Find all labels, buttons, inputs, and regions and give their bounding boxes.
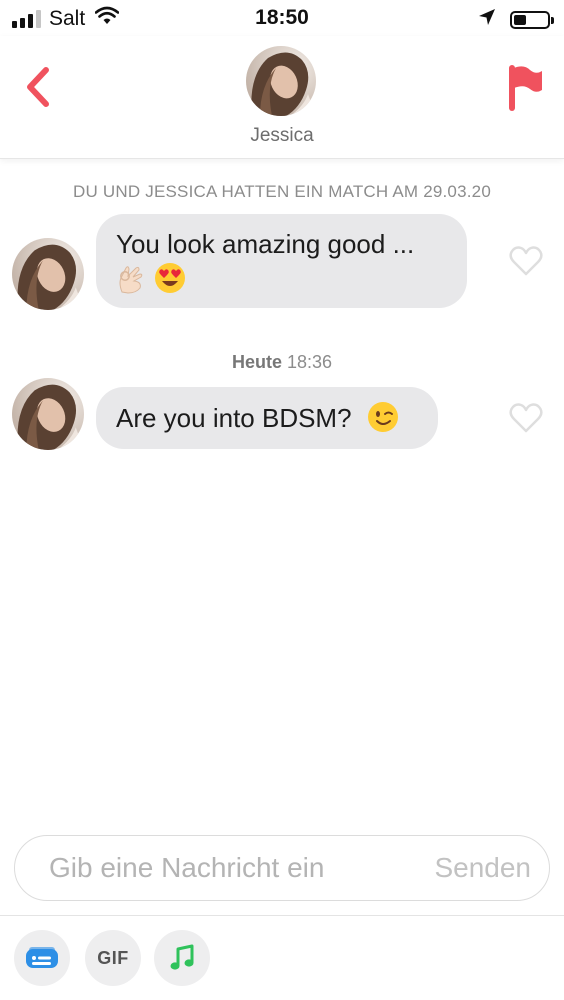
message-text: Are you into BDSM? (116, 403, 352, 433)
back-button[interactable] (20, 62, 60, 112)
sticker-card-icon (26, 947, 58, 968)
sender-avatar[interactable] (12, 378, 84, 450)
gif-button[interactable]: GIF (85, 930, 141, 986)
like-message-button[interactable] (508, 402, 544, 434)
message-bubble[interactable]: Are you into BDSM? (96, 387, 438, 449)
like-message-button[interactable] (508, 245, 544, 277)
separator-time: 18:36 (286, 352, 333, 372)
message-input[interactable] (49, 836, 379, 899)
ok-hand-emoji (116, 262, 146, 301)
heart-outline-icon (509, 246, 543, 276)
flag-icon (509, 65, 542, 111)
chat-header: Jessica (0, 36, 564, 159)
match-notice: DU UND JESSICA HATTEN EIN MATCH AM 29.03… (73, 182, 491, 201)
divider (0, 915, 564, 916)
message-composer: Senden (14, 835, 550, 901)
music-button[interactable] (154, 930, 210, 986)
heart-outline-icon (509, 403, 543, 433)
location-arrow-icon (478, 8, 496, 31)
battery-icon (510, 10, 554, 29)
wink-emoji (367, 401, 399, 440)
music-note-icon (170, 944, 194, 970)
sender-avatar[interactable] (12, 238, 84, 310)
send-button[interactable]: Senden (434, 836, 531, 899)
chevron-left-icon (27, 67, 49, 107)
contact-avatar[interactable] (246, 46, 316, 116)
message-bubble[interactable]: You look amazing good ... (96, 214, 467, 308)
contact-name[interactable]: Jessica (0, 125, 564, 147)
message-text: You look amazing good ... (116, 229, 415, 259)
heart-eyes-emoji (154, 262, 186, 301)
report-flag-button[interactable] (506, 62, 546, 112)
date-separator: Heute 18:36 (0, 352, 564, 373)
status-bar: Salt 18:50 (0, 0, 564, 36)
gif-icon: GIF (97, 947, 129, 968)
separator-day: Heute (231, 352, 282, 372)
sticker-card-button[interactable] (14, 930, 70, 986)
